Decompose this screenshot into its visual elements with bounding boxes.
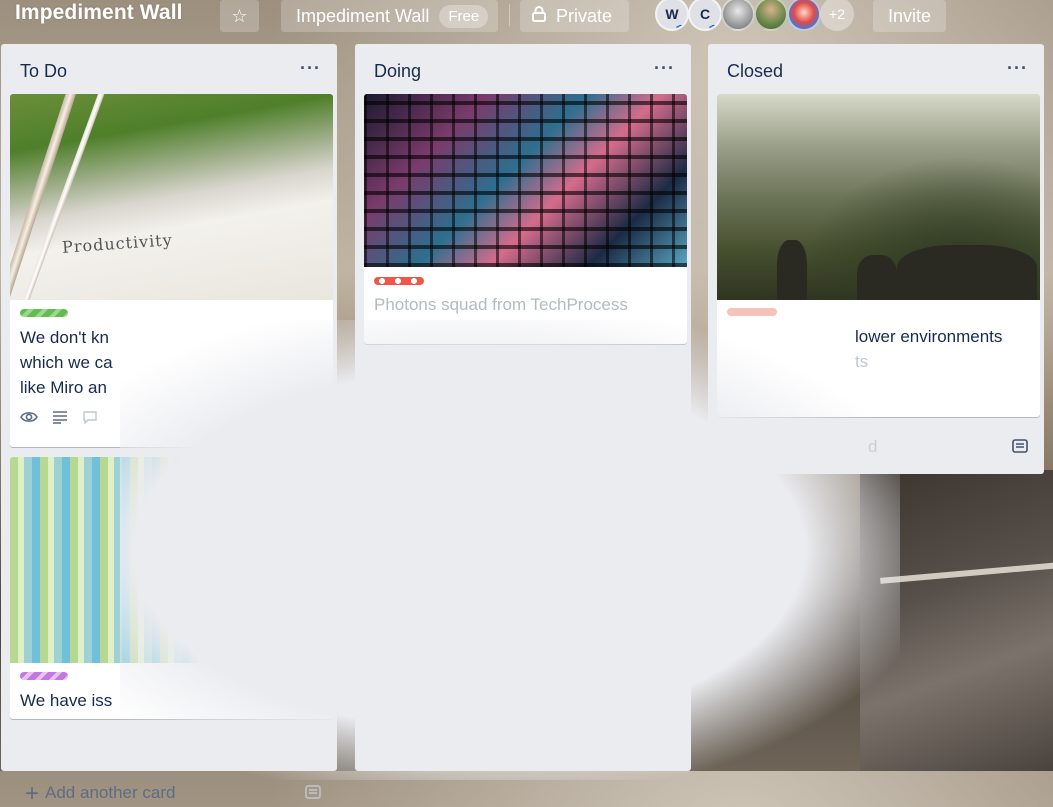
card-label[interactable] bbox=[20, 672, 68, 680]
add-card-label: Add another card bbox=[45, 783, 176, 802]
list-title[interactable]: Closed bbox=[727, 61, 783, 82]
card-label[interactable] bbox=[727, 308, 777, 316]
member-avatar[interactable] bbox=[721, 0, 755, 31]
list-menu-icon[interactable]: ··· bbox=[300, 58, 321, 79]
comment-icon bbox=[82, 410, 98, 429]
list-header: Closed ··· bbox=[708, 44, 1044, 96]
board-title[interactable]: Impediment Wall bbox=[15, 1, 183, 25]
card-title-line: lower environments bbox=[855, 327, 1003, 346]
member-avatar[interactable]: C ︽ bbox=[688, 0, 722, 31]
card[interactable]: lower environments ts bbox=[717, 94, 1040, 417]
card[interactable]: We have iss bbox=[10, 457, 333, 719]
star-icon: ☆ bbox=[231, 5, 248, 26]
visibility-label: Private bbox=[556, 5, 613, 26]
admin-chevron-icon: ︽ bbox=[675, 20, 685, 30]
star-button[interactable]: ☆ bbox=[220, 0, 259, 32]
header-divider bbox=[509, 4, 510, 26]
description-icon bbox=[52, 410, 68, 429]
list-title[interactable]: To Do bbox=[20, 61, 67, 82]
card-title-line: We don't kn bbox=[20, 328, 109, 347]
card-label[interactable] bbox=[374, 277, 424, 285]
lock-icon bbox=[532, 5, 546, 27]
admin-chevron-icon: ︽ bbox=[708, 20, 718, 30]
card-template-icon[interactable] bbox=[305, 785, 321, 804]
card-badges bbox=[20, 410, 98, 429]
board-name-button[interactable]: Impediment Wall Free bbox=[281, 0, 498, 32]
list-closed: Closed ··· lower environments ts d bbox=[708, 44, 1044, 474]
add-card-button[interactable]: + Add another card bbox=[25, 779, 176, 807]
card-cover-image: Productivity bbox=[10, 94, 333, 300]
background-road bbox=[860, 470, 1053, 771]
card-title-line: Photons squad from TechProcess bbox=[374, 295, 628, 314]
more-members-button[interactable]: +2 bbox=[820, 0, 854, 31]
card-cover-image bbox=[10, 457, 333, 663]
cover-book-title: Productivity bbox=[61, 230, 174, 257]
list-menu-icon[interactable]: ··· bbox=[654, 58, 675, 79]
plan-badge: Free bbox=[439, 4, 489, 28]
card-cover-image bbox=[364, 94, 687, 267]
list-title[interactable]: Doing bbox=[374, 61, 421, 82]
board-name-label: Impediment Wall bbox=[296, 5, 430, 26]
card-title-line: which we ca bbox=[20, 353, 113, 372]
card-title-line: like Miro an bbox=[20, 378, 107, 397]
board-header: Impediment Wall ☆ Impediment Wall Free P… bbox=[0, 0, 1053, 32]
invite-button[interactable]: Invite bbox=[873, 0, 946, 32]
list-doing: Doing ··· Photons squad from TechProcess bbox=[355, 44, 691, 771]
list-menu-icon[interactable]: ··· bbox=[1007, 58, 1028, 79]
rock-graphic bbox=[897, 245, 1037, 300]
member-avatar[interactable] bbox=[754, 0, 788, 31]
card-label[interactable] bbox=[20, 309, 68, 317]
eye-icon bbox=[20, 410, 38, 429]
visibility-button[interactable]: Private bbox=[520, 0, 629, 32]
list-header: To Do ··· bbox=[1, 44, 337, 96]
rock-graphic bbox=[777, 240, 807, 300]
rock-graphic bbox=[857, 255, 897, 300]
card-cover-image bbox=[717, 94, 1040, 300]
plus-icon: + bbox=[25, 779, 40, 807]
card-title-line: ts bbox=[855, 352, 869, 371]
card[interactable]: Productivity We don't kn which we ca lik… bbox=[10, 94, 333, 447]
member-avatar[interactable] bbox=[787, 0, 821, 31]
add-card-label[interactable]: d bbox=[868, 437, 877, 457]
card-title-line: We have iss bbox=[20, 691, 113, 710]
list-to-do: To Do ··· Productivity We don't kn which… bbox=[1, 44, 337, 805]
list-header: Doing ··· bbox=[355, 44, 691, 96]
card[interactable]: Photons squad from TechProcess bbox=[364, 94, 687, 344]
card-template-icon[interactable] bbox=[1012, 439, 1028, 458]
member-avatar[interactable]: W ︽ bbox=[655, 0, 689, 31]
